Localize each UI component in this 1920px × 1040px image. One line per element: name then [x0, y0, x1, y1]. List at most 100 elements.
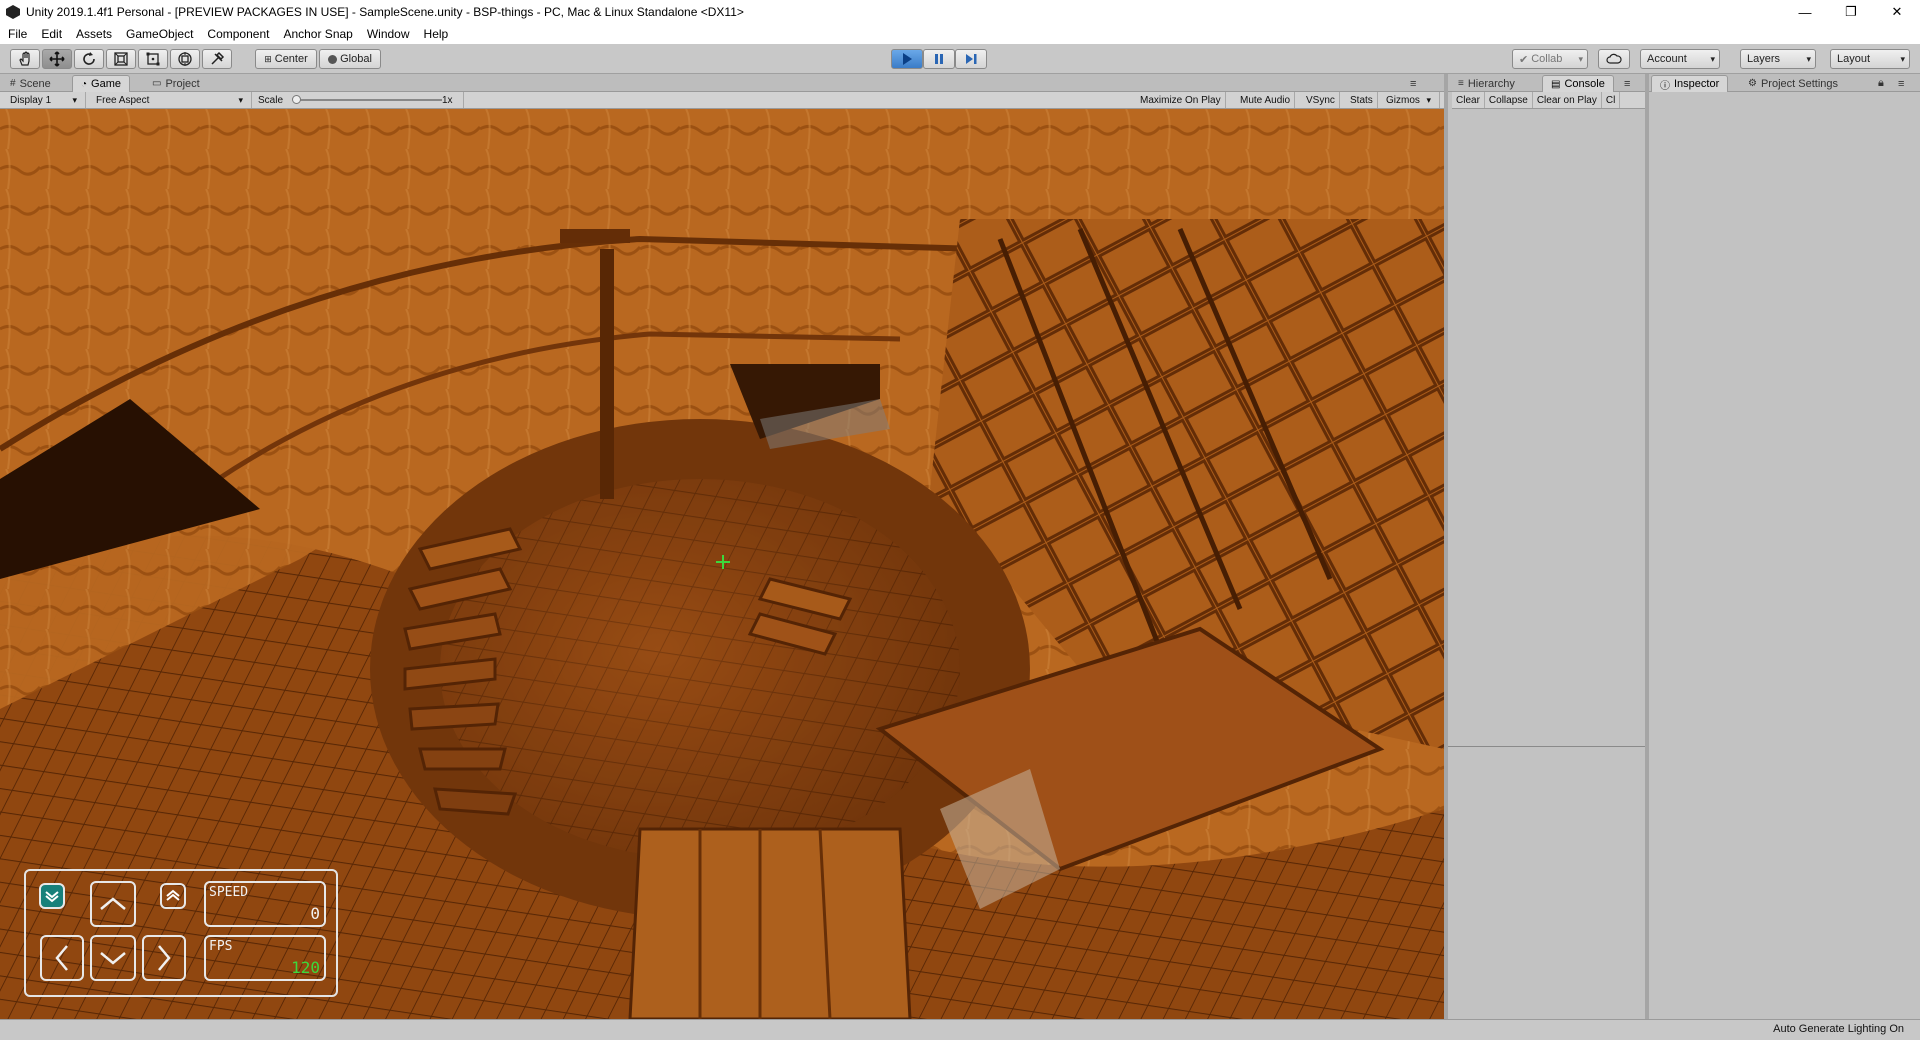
menu-component[interactable]: Component — [207, 27, 269, 41]
tab-scene[interactable]: # Scene — [2, 75, 59, 92]
menu-anchor-snap[interactable]: Anchor Snap — [283, 27, 352, 41]
menu-gameobject[interactable]: GameObject — [126, 27, 193, 41]
step-button[interactable] — [955, 49, 987, 69]
menu-assets[interactable]: Assets — [76, 27, 112, 41]
pause-button[interactable] — [923, 49, 955, 69]
panel-menu-button[interactable]: ≡ — [1406, 75, 1420, 92]
aspect-dropdown[interactable]: Free Aspect — [92, 92, 252, 108]
ascend-icon — [166, 889, 180, 901]
descend-button[interactable] — [39, 883, 65, 909]
menu-bar: File Edit Assets GameObject Component An… — [0, 24, 1920, 44]
console-icon: ▤ — [1551, 78, 1561, 90]
tab-game-label: Game — [91, 78, 122, 90]
rotate-tool-button[interactable] — [74, 49, 104, 69]
tab-project[interactable]: ▭ Project — [144, 75, 208, 92]
back-button[interactable] — [90, 935, 136, 981]
minimize-button[interactable]: — — [1782, 0, 1828, 24]
check-icon: ✔ — [1519, 53, 1529, 66]
console-more-button[interactable]: Cl — [1602, 92, 1621, 108]
left-icon — [55, 945, 68, 971]
collab-dropdown[interactable]: ✔ Collab — [1512, 49, 1588, 69]
descend-icon — [45, 891, 59, 903]
pivot-center-button[interactable]: ⊞ Center — [255, 49, 317, 69]
tab-game[interactable]: ◔ Game — [72, 75, 131, 92]
console-clear-on-play-button[interactable]: Clear on Play — [1533, 92, 1602, 108]
menu-help[interactable]: Help — [424, 27, 449, 41]
panel-menu-icon: ≡ — [1624, 77, 1631, 90]
layers-label: Layers — [1747, 53, 1781, 65]
grid-icon: # — [10, 78, 16, 89]
tab-console[interactable]: ▤ Console — [1542, 75, 1614, 92]
forward-button[interactable] — [90, 881, 136, 927]
pause-icon — [935, 54, 943, 64]
close-button[interactable]: ✕ — [1874, 0, 1920, 24]
console-collapse-button[interactable]: Collapse — [1485, 92, 1533, 108]
custom-tool-button[interactable] — [202, 49, 232, 69]
menu-file[interactable]: File — [8, 27, 27, 41]
console-clear-button[interactable]: Clear — [1452, 92, 1485, 108]
layers-dropdown[interactable]: Layers — [1740, 49, 1816, 69]
status-text: Auto Generate Lighting On — [1773, 1023, 1904, 1035]
restore-button[interactable]: ❐ — [1828, 0, 1874, 24]
mute-audio-toggle[interactable]: Mute Audio — [1236, 92, 1296, 108]
tab-inspector[interactable]: ⓘ Inspector — [1651, 75, 1729, 92]
tab-scene-label: Scene — [19, 77, 51, 90]
gear-icon: ⚙ — [1748, 78, 1757, 89]
tab-hierarchy-label: Hierarchy — [1467, 77, 1515, 90]
tab-console-label: Console — [1564, 78, 1605, 90]
speed-value: 0 — [310, 904, 320, 923]
left-button[interactable] — [40, 935, 84, 981]
display-dropdown[interactable]: Display 1 — [6, 92, 86, 108]
maximize-on-play-toggle[interactable]: Maximize On Play — [1136, 92, 1226, 108]
transform-tool-button[interactable] — [170, 49, 200, 69]
play-icon — [903, 53, 912, 65]
hand-tool-button[interactable] — [10, 49, 40, 69]
stats-label: Stats — [1350, 94, 1373, 106]
account-dropdown[interactable]: Account — [1640, 49, 1720, 69]
fps-label: FPS — [209, 939, 233, 954]
menu-window[interactable]: Window — [367, 27, 410, 41]
scale-slider-thumb[interactable] — [292, 95, 301, 104]
maximize-label: Maximize On Play — [1140, 94, 1221, 106]
back-icon — [100, 952, 126, 965]
mute-label: Mute Audio — [1240, 94, 1291, 106]
console-panel-menu[interactable]: ≡ — [1622, 75, 1632, 92]
hand-icon — [19, 51, 30, 66]
vsync-label: VSync — [1306, 94, 1335, 106]
rect-tool-button[interactable] — [138, 49, 168, 69]
game-view[interactable]: SPEED 0 FPS 120 — [0, 109, 1444, 1019]
title-bar: Unity 2019.1.4f1 Personal - [PREVIEW PAC… — [0, 0, 1920, 24]
inspector-panel — [1649, 92, 1920, 1019]
scale-tool-button[interactable] — [106, 49, 136, 69]
gizmos-dropdown[interactable]: Gizmos — [1382, 92, 1440, 108]
space-global-button[interactable]: Global — [319, 49, 381, 69]
folder-icon: ▭ — [152, 78, 162, 89]
layout-dropdown[interactable]: Layout — [1830, 49, 1910, 69]
menu-edit[interactable]: Edit — [41, 27, 62, 41]
play-button[interactable] — [891, 49, 923, 69]
list-icon: ≡ — [1458, 78, 1464, 89]
tab-hierarchy[interactable]: ≡ Hierarchy — [1450, 75, 1523, 92]
crosshair-icon — [716, 555, 730, 569]
stats-toggle[interactable]: Stats — [1346, 92, 1378, 108]
console-panel — [1448, 92, 1645, 1019]
right-button[interactable] — [142, 935, 186, 981]
scale-label: Scale — [258, 94, 284, 106]
tab-project-settings-label: Project Settings — [1760, 77, 1839, 90]
game-view-toolbar: Display 1 Free Aspect Scale 1x Maximize … — [0, 92, 1444, 109]
gizmos-label: Gizmos — [1386, 94, 1420, 106]
aspect-label: Free Aspect — [96, 94, 150, 106]
tab-project-settings[interactable]: ⚙ Project Settings — [1740, 75, 1846, 92]
vsync-toggle[interactable]: VSync — [1302, 92, 1340, 108]
move-tool-button[interactable] — [42, 49, 72, 69]
ascend-button[interactable] — [160, 883, 186, 909]
scale-slider-track[interactable] — [296, 99, 442, 101]
lock-button[interactable]: 🔒︎ — [1876, 75, 1886, 92]
inspector-panel-menu[interactable]: ≡ — [1896, 75, 1906, 92]
globe-icon — [328, 54, 338, 64]
cloud-button[interactable] — [1598, 49, 1630, 69]
display-label: Display 1 — [10, 94, 52, 106]
panel-tab-row: # Scene ◔ Game ▭ Project ≡ ≡ Hierarchy ▤ Cons… — [0, 74, 1920, 92]
console-detail-divider[interactable] — [1448, 746, 1645, 747]
fps-value: 120 — [291, 958, 320, 977]
